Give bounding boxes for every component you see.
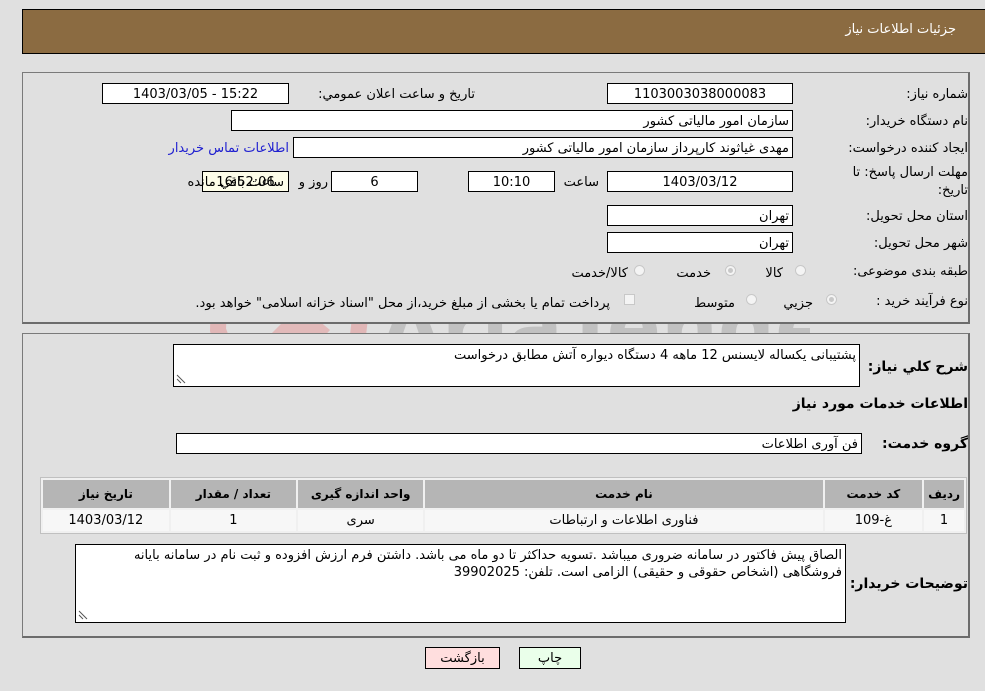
resize-grip-icon[interactable] [78, 610, 88, 620]
delivery-city-field: تهران [607, 232, 793, 253]
deadline-label: مهلت ارسال پاسخ: تا تاریخ: [852, 165, 968, 198]
col-need-date: تاریخ نیاز [43, 480, 169, 508]
description-text: پشتیبانی یکساله لایسنس 12 ماهه 4 دستگاه … [453, 348, 856, 363]
purchase-partial-label: جزيي [783, 296, 813, 311]
col-service-name: نام خدمت [425, 480, 823, 508]
deadline-time-label: ساعت [563, 175, 599, 190]
service-group-field: فن آوری اطلاعات [176, 433, 862, 454]
buyer-org-field: سازمان امور مالیاتی کشور [231, 110, 793, 131]
cell-quantity: 1 [170, 510, 297, 531]
services-section-title: اطلاعات خدمات مورد نياز [792, 396, 968, 412]
service-group-label: گروه خدمت: [882, 436, 968, 452]
deadline-time-field: 10:10 [468, 171, 555, 192]
col-row-number: ردیف [924, 480, 964, 508]
remaining-label: ساعت باقي مانده [187, 175, 284, 190]
cell-unit: سری [298, 510, 424, 531]
category-service-radio[interactable] [725, 265, 736, 276]
purchase-medium-radio[interactable] [746, 294, 757, 305]
col-quantity: تعداد / مقدار [170, 480, 297, 508]
category-label: طبقه بندی موضوعی: [852, 264, 968, 279]
purchase-medium-label: متوسط [694, 296, 735, 311]
col-service-code: کد خدمت [824, 480, 923, 508]
announce-datetime-label: تاریخ و ساعت اعلان عمومي: [318, 87, 475, 102]
category-service-label: خدمت [676, 266, 711, 281]
services-table: ردیف کد خدمت نام خدمت واحد اندازه گیری ت… [40, 477, 967, 534]
category-goods-service-label: کالا/خدمت [571, 266, 628, 281]
need-number-field: 1103003038000083 [607, 83, 793, 104]
category-goods-service-radio[interactable] [634, 265, 645, 276]
category-goods-label: کالا [765, 266, 783, 281]
deadline-date-field: 1403/03/12 [607, 171, 793, 192]
table-header-row: ردیف کد خدمت نام خدمت واحد اندازه گیری ت… [43, 480, 964, 508]
delivery-province-label: استان محل تحویل: [866, 209, 968, 224]
description-label: شرح کلي نياز: [867, 359, 968, 375]
cell-service-name: فناوری اطلاعات و ارتباطات [425, 510, 823, 531]
requester-field: مهدی غیاثوند کارپرداز سازمان امور مالیات… [293, 137, 793, 158]
page-header: جزئیات اطلاعات نیاز [22, 9, 985, 54]
cell-service-code: غ-109 [824, 510, 923, 531]
days-label: روز و [298, 175, 328, 190]
table-row: 1 غ-109 فناوری اطلاعات و ارتباطات سری 1 … [43, 510, 964, 531]
remaining-days-field: 6 [331, 171, 418, 192]
description-textarea[interactable]: پشتیبانی یکساله لایسنس 12 ماهه 4 دستگاه … [173, 344, 860, 387]
purchase-partial-radio[interactable] [826, 294, 837, 305]
delivery-province-field: تهران [607, 205, 793, 226]
buyer-notes-text: الصاق پیش فاکتور در سامانه ضروری میباشد … [133, 548, 842, 580]
back-button[interactable]: بازگشت [425, 647, 500, 669]
buyer-notes-label: توضیحات خریدار: [849, 576, 968, 592]
treasury-checkbox[interactable] [624, 294, 635, 305]
print-button[interactable]: چاپ [519, 647, 581, 669]
cell-need-date: 1403/03/12 [43, 510, 169, 531]
page-title: جزئیات اطلاعات نیاز [845, 22, 956, 37]
buyer-notes-textarea[interactable]: الصاق پیش فاکتور در سامانه ضروری میباشد … [75, 544, 846, 623]
buyer-org-label: نام دستگاه خريدار: [865, 114, 968, 129]
announce-datetime-field: 1403/03/05 - 15:22 [102, 83, 289, 104]
cell-row-number: 1 [924, 510, 964, 531]
treasury-note: پرداخت تمام یا بخشی از مبلغ خرید،از محل … [195, 296, 610, 311]
category-goods-radio[interactable] [795, 265, 806, 276]
purchase-type-label: نوع فرآیند خرید : [876, 294, 968, 309]
delivery-city-label: شهر محل تحویل: [873, 236, 968, 251]
requester-label: ایجاد کننده درخواست: [848, 141, 968, 156]
need-number-label: شماره نیاز: [906, 87, 968, 102]
buyer-contact-link[interactable]: اطلاعات تماس خریدار [169, 141, 289, 156]
col-unit: واحد اندازه گیری [298, 480, 424, 508]
resize-grip-icon[interactable] [176, 374, 186, 384]
